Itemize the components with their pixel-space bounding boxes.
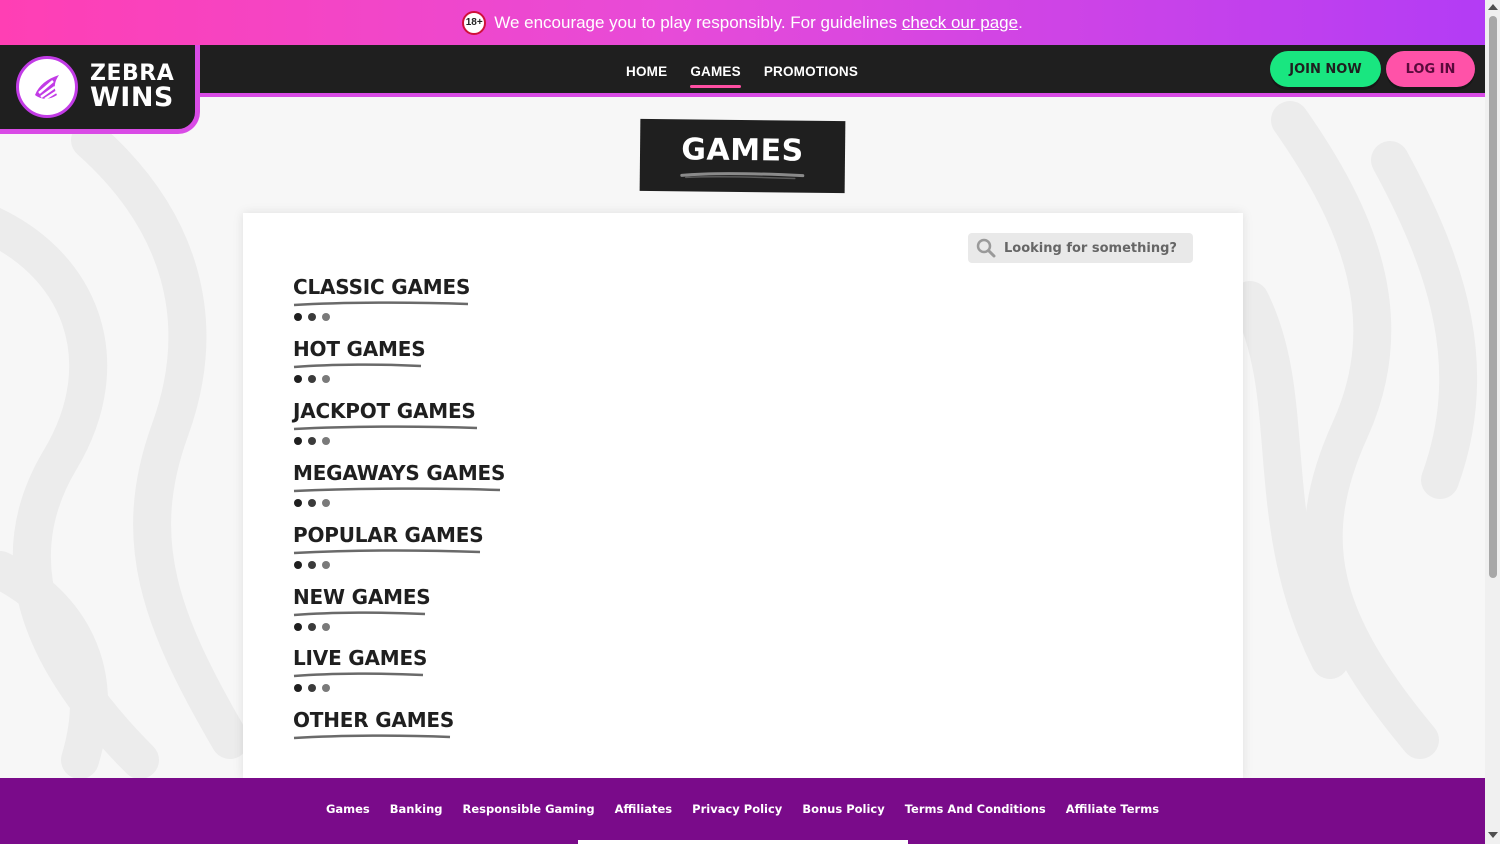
- category-title[interactable]: OTHER GAMES: [293, 708, 454, 732]
- footer-link-affiliate-terms[interactable]: Affiliate Terms: [1066, 802, 1159, 816]
- banner-period: .: [1018, 12, 1023, 32]
- footer-links: Games Banking Responsible Gaming Affilia…: [0, 802, 1485, 816]
- category-popular-games[interactable]: POPULAR GAMES: [293, 523, 484, 569]
- category-underline: [293, 672, 424, 678]
- footer-link-bonus-policy[interactable]: Bonus Policy: [802, 802, 884, 816]
- category-underline: [293, 301, 469, 307]
- search-input[interactable]: [1004, 240, 1184, 256]
- nav-links: HOME GAMES PROMOTIONS: [626, 64, 858, 88]
- loading-dots: [293, 499, 505, 507]
- category-underline: [293, 611, 426, 617]
- loading-dots: [293, 561, 483, 569]
- footer-link-banking[interactable]: Banking: [390, 802, 443, 816]
- category-underline: [293, 425, 478, 431]
- nav-promotions[interactable]: PROMOTIONS: [764, 64, 858, 79]
- age-restriction-badge: 18+: [462, 10, 487, 35]
- category-new-games[interactable]: NEW GAMES: [293, 585, 431, 631]
- footer: Games Banking Responsible Gaming Affilia…: [0, 778, 1485, 844]
- footer-link-affiliates[interactable]: Affiliates: [615, 802, 673, 816]
- loading-dots: [293, 623, 431, 631]
- search-icon: [976, 238, 996, 258]
- category-title[interactable]: CLASSIC GAMES: [293, 275, 470, 299]
- category-title[interactable]: HOT GAMES: [293, 337, 426, 361]
- category-jackpot-games[interactable]: JACKPOT GAMES: [293, 399, 478, 445]
- page-title: GAMES: [681, 131, 804, 169]
- footer-divider: [578, 840, 908, 844]
- category-live-games[interactable]: LIVE GAMES: [293, 646, 427, 692]
- brand-name-line2: WINS: [90, 82, 174, 113]
- category-underline: [293, 363, 422, 369]
- category-title[interactable]: JACKPOT GAMES: [293, 399, 478, 423]
- nav-home[interactable]: HOME: [626, 64, 667, 79]
- footer-link-terms-and-conditions[interactable]: Terms And Conditions: [905, 802, 1046, 816]
- scroll-up-arrow-icon[interactable]: [1488, 4, 1498, 10]
- banner-text: We encourage you to play responsibly. Fo…: [494, 12, 902, 32]
- responsible-gaming-banner: 18+ We encourage you to play responsibly…: [0, 0, 1485, 45]
- page-title-box: GAMES: [639, 118, 846, 194]
- footer-link-responsible-gaming[interactable]: Responsible Gaming: [463, 802, 595, 816]
- loading-dots: [293, 437, 478, 445]
- category-hot-games[interactable]: HOT GAMES: [293, 337, 426, 383]
- category-title[interactable]: NEW GAMES: [293, 585, 431, 609]
- category-underline: [293, 549, 481, 555]
- category-other-games[interactable]: OTHER GAMES: [293, 708, 454, 741]
- join-now-button[interactable]: JOIN NOW: [1270, 51, 1381, 87]
- scroll-thumb[interactable]: [1489, 16, 1497, 578]
- log-in-button[interactable]: LOG IN: [1386, 51, 1475, 87]
- category-title[interactable]: POPULAR GAMES: [293, 523, 484, 547]
- title-underline-swoosh: [680, 171, 805, 179]
- brand-name: ZEBRA WINS: [90, 63, 174, 113]
- scroll-down-arrow-icon[interactable]: [1488, 832, 1498, 838]
- loading-dots: [293, 375, 425, 383]
- category-classic-games[interactable]: CLASSIC GAMES: [293, 275, 470, 321]
- category-title[interactable]: LIVE GAMES: [293, 646, 427, 670]
- category-title[interactable]: MEGAWAYS GAMES: [293, 461, 505, 485]
- footer-link-privacy-policy[interactable]: Privacy Policy: [692, 802, 782, 816]
- search-box[interactable]: [968, 233, 1193, 263]
- category-underline: [293, 487, 501, 493]
- nav-games[interactable]: GAMES: [690, 64, 741, 88]
- loading-dots: [293, 684, 427, 692]
- games-card: CLASSIC GAMES HOT GAMES JACKPOT GAMES ME…: [243, 213, 1243, 778]
- brand-logo[interactable]: ZEBRA WINS: [0, 45, 200, 134]
- category-underline: [293, 734, 451, 740]
- loading-dots: [293, 313, 470, 321]
- category-megaways-games[interactable]: MEGAWAYS GAMES: [293, 461, 505, 507]
- page-scrollbar[interactable]: [1485, 0, 1500, 844]
- footer-link-games[interactable]: Games: [326, 802, 370, 816]
- guidelines-link[interactable]: check our page: [902, 13, 1018, 32]
- zebra-logo-icon: [16, 56, 78, 118]
